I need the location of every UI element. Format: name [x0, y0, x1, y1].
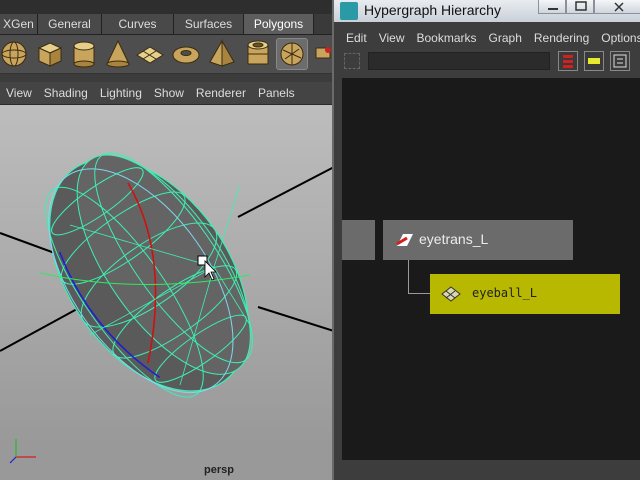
cone-icon[interactable] [102, 38, 134, 70]
viewport-menu-lighting[interactable]: Lighting [94, 82, 148, 104]
transform-icon [396, 234, 413, 246]
viewport-menu-show[interactable]: Show [148, 82, 190, 104]
camera-label: persp [204, 464, 234, 476]
mesh-icon [441, 286, 461, 302]
window-title: Hypergraph Hierarchy [364, 2, 501, 18]
node-label: eyetrans_L [419, 231, 489, 247]
shelf-tab-curves[interactable]: Curves [102, 14, 174, 34]
shelf-tab-general[interactable]: General [38, 14, 102, 34]
hypergraph-canvas[interactable]: eyetrans_L eyeball_L [342, 78, 640, 460]
scene-hierarchy-icon[interactable] [558, 51, 578, 71]
cylinder-icon[interactable] [68, 38, 100, 70]
hidden-node[interactable] [342, 220, 375, 260]
shelf-icons [0, 35, 334, 74]
hypergraph-menu-rendering[interactable]: Rendering [528, 27, 595, 49]
close-button[interactable] [594, 0, 640, 14]
hypergraph-window: Hypergraph Hierarchy Edit View Bookmarks… [332, 0, 640, 480]
sphere-icon[interactable] [0, 38, 32, 70]
node-label: eyeball_L [472, 286, 538, 300]
hierarchy-connector [408, 260, 430, 294]
shelf-tab-polygons[interactable]: Polygons [244, 14, 314, 34]
hypergraph-menu-view[interactable]: View [373, 27, 411, 49]
top-strip [0, 0, 334, 14]
viewport-menubar: View Shading Lighting Show Renderer Pane… [0, 82, 334, 105]
cube-icon[interactable] [34, 38, 66, 70]
input-output-icon[interactable] [584, 51, 604, 71]
smooth-icon[interactable] [276, 38, 308, 70]
grid-icon[interactable] [344, 53, 360, 69]
layout-icon[interactable] [610, 51, 630, 71]
panel-divider [0, 74, 334, 82]
node-eyeball[interactable]: eyeball_L [430, 274, 620, 314]
perspective-viewport[interactable] [0, 105, 334, 480]
hypergraph-titlebar[interactable]: Hypergraph Hierarchy [334, 0, 640, 22]
viewport-menu-renderer[interactable]: Renderer [190, 82, 252, 104]
pyramid-icon[interactable] [206, 38, 238, 70]
shelf-tab-xgen[interactable]: XGen [0, 14, 38, 34]
eyeball-mesh[interactable] [0, 105, 334, 480]
plane-icon[interactable] [134, 38, 166, 70]
viewport-menu-panels[interactable]: Panels [252, 82, 301, 104]
overflow-icon[interactable] [312, 38, 334, 70]
viewport-menu-shading[interactable]: Shading [38, 82, 94, 104]
hypergraph-menubar: Edit View Bookmarks Graph Rendering Opti… [340, 27, 640, 49]
pipe-icon[interactable] [242, 38, 274, 70]
hypergraph-menu-graph[interactable]: Graph [483, 27, 528, 49]
maximize-button[interactable] [566, 0, 594, 14]
bookmark-field[interactable] [368, 52, 550, 70]
shelf-tabs: XGen General Curves Surfaces Polygons [0, 14, 334, 35]
hypergraph-menu-edit[interactable]: Edit [340, 27, 373, 49]
hypergraph-menu-options[interactable]: Options [595, 27, 640, 49]
torus-icon[interactable] [170, 38, 202, 70]
minimize-button[interactable] [538, 0, 566, 14]
node-eyetrans[interactable]: eyetrans_L [383, 220, 573, 260]
hypergraph-toolbar [340, 49, 640, 73]
viewport-menu-view[interactable]: View [0, 82, 38, 104]
hypergraph-menu-bookmarks[interactable]: Bookmarks [410, 27, 482, 49]
maya-icon [340, 2, 358, 20]
shelf-tab-surfaces[interactable]: Surfaces [174, 14, 244, 34]
